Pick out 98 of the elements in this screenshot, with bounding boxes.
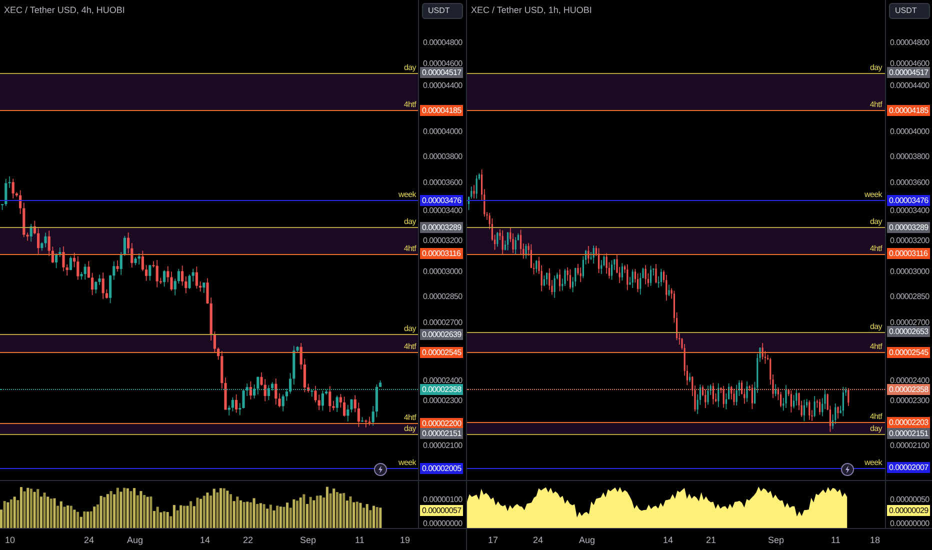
level-tag: week: [398, 458, 416, 468]
price-tick-label: 0.00004000: [890, 128, 930, 136]
price-tick-label: 0.00004400: [423, 82, 462, 90]
price-tick-label: 0.00003400: [890, 207, 930, 216]
volume-tick-label: 0.00000000: [890, 520, 930, 528]
price-label: 0.00004517: [420, 67, 464, 78]
price-tick-label: 0.00002850: [423, 293, 462, 302]
time-label: 24: [84, 535, 94, 545]
price-tick-label: 0.00002300: [423, 397, 462, 406]
level-tag: 4htf: [870, 100, 882, 110]
price-label: 0.00002545: [420, 346, 464, 358]
level-tag: 4htf: [404, 342, 416, 352]
price-tick-label: 0.00004800: [423, 39, 462, 48]
price-tick-label: 0.00002850: [890, 293, 930, 302]
time-label: Sep: [768, 535, 784, 545]
volume-label: 0.00000029: [887, 505, 930, 516]
level-tag: week: [398, 190, 416, 200]
price-label: 0.00004517: [887, 67, 930, 78]
currency-button[interactable]: USDT: [889, 3, 930, 19]
volume-label: 0.00000057: [420, 505, 464, 516]
time-label: 22: [243, 535, 254, 545]
price-tick-label: 0.00003200: [423, 236, 462, 245]
price-label: 0.00003289: [420, 222, 464, 233]
volume-tick-label: 0.00000100: [423, 496, 462, 504]
level-tag: 4htf: [404, 244, 416, 253]
price-label: 0.00002007: [887, 462, 930, 474]
time-label: Sep: [300, 535, 316, 545]
price-label: 0.00002151: [887, 428, 930, 440]
price-tick-label: 0.00003600: [423, 179, 462, 188]
level-tag: day: [870, 217, 882, 226]
price-label: 0.00002203: [887, 416, 930, 428]
price-label: 0.00003476: [420, 194, 464, 206]
price-label: 0.00003289: [887, 222, 930, 233]
last-price-label: 0.00002358: [420, 384, 464, 395]
level-tag: day: [870, 62, 882, 72]
price-tick-label: 0.00004000: [423, 128, 462, 136]
volume-tick-label: 0.00000050: [890, 496, 930, 504]
price-tick-label: 0.00003400: [423, 207, 462, 216]
level-tag: 4htf: [870, 342, 882, 352]
price-label: 0.00002653: [887, 326, 930, 338]
level-tag: day: [404, 62, 416, 72]
price-tick-label: 0.00004600: [890, 60, 930, 68]
level-tag: day: [870, 424, 882, 433]
time-label: 17: [488, 535, 498, 545]
currency-button[interactable]: USDT: [422, 3, 463, 19]
price-label: 0.00002005: [420, 462, 464, 474]
price-tick-label: 0.00004600: [423, 60, 462, 68]
price-label: 0.00003116: [420, 248, 463, 260]
time-label: 14: [200, 535, 210, 545]
lightning-icon[interactable]: [374, 463, 387, 476]
price-tick-label: 0.00002300: [890, 397, 930, 406]
price-tick-label: 0.00004800: [890, 39, 930, 48]
time-label: 11: [831, 535, 840, 545]
price-tick-label: 0.00002100: [423, 442, 462, 450]
price-tick-label: 0.00002400: [423, 376, 462, 385]
price-tick-label: 0.00003000: [890, 268, 930, 276]
price-label: 0.00004185: [887, 104, 930, 116]
price-tick-label: 0.00002400: [890, 376, 930, 385]
chart-title: XEC / Tether USD, 1h, HUOBI: [471, 5, 592, 16]
time-label: 11: [355, 535, 364, 545]
level-tag: 4htf: [404, 413, 416, 422]
volume-tick-label: 0.00000000: [423, 520, 462, 528]
price-tick-label: 0.00003200: [890, 236, 930, 245]
price-label: 0.00004185: [420, 104, 464, 116]
price-tick-label: 0.00003600: [890, 179, 930, 188]
price-tick-label: 0.00002700: [890, 319, 930, 328]
price-tick-label: 0.00002100: [890, 442, 930, 450]
time-label: 18: [870, 535, 880, 545]
price-tick-label: 0.00003800: [890, 153, 930, 162]
time-label: 14: [663, 535, 674, 545]
level-tag: week: [864, 458, 882, 467]
time-label: Aug: [579, 535, 596, 545]
level-tag: day: [404, 324, 416, 334]
time-label: 24: [533, 535, 544, 545]
price-tick-label: 0.00003000: [423, 268, 462, 276]
level-tag: day: [404, 424, 416, 433]
level-tag: day: [870, 322, 882, 331]
price-tick-label: 0.00004400: [890, 82, 930, 90]
price-label: 0.00002200: [420, 418, 464, 429]
price-tick-label: 0.00002700: [423, 319, 462, 328]
price-label: 0.00003476: [887, 194, 930, 206]
price-tick-label: 0.00003800: [423, 153, 462, 162]
level-tag: day: [404, 217, 416, 226]
time-label: Aug: [127, 535, 144, 545]
price-label: 0.00003116: [887, 248, 930, 260]
lightning-icon[interactable]: [841, 463, 854, 476]
level-tag: week: [864, 190, 882, 200]
last-price-label: 0.00002358: [887, 384, 930, 395]
price-label: 0.00002151: [420, 428, 464, 440]
time-label: 21: [706, 535, 716, 545]
chart-title: XEC / Tether USD, 4h, HUOBI: [4, 5, 125, 16]
level-tag: 4htf: [404, 100, 416, 110]
price-label: 0.00002545: [887, 346, 930, 358]
level-tag: 4htf: [870, 412, 882, 422]
level-tag: 4htf: [870, 244, 882, 253]
time-label: 10: [5, 535, 16, 545]
time-label: 19: [400, 535, 410, 545]
price-label: 0.00002639: [420, 328, 464, 340]
